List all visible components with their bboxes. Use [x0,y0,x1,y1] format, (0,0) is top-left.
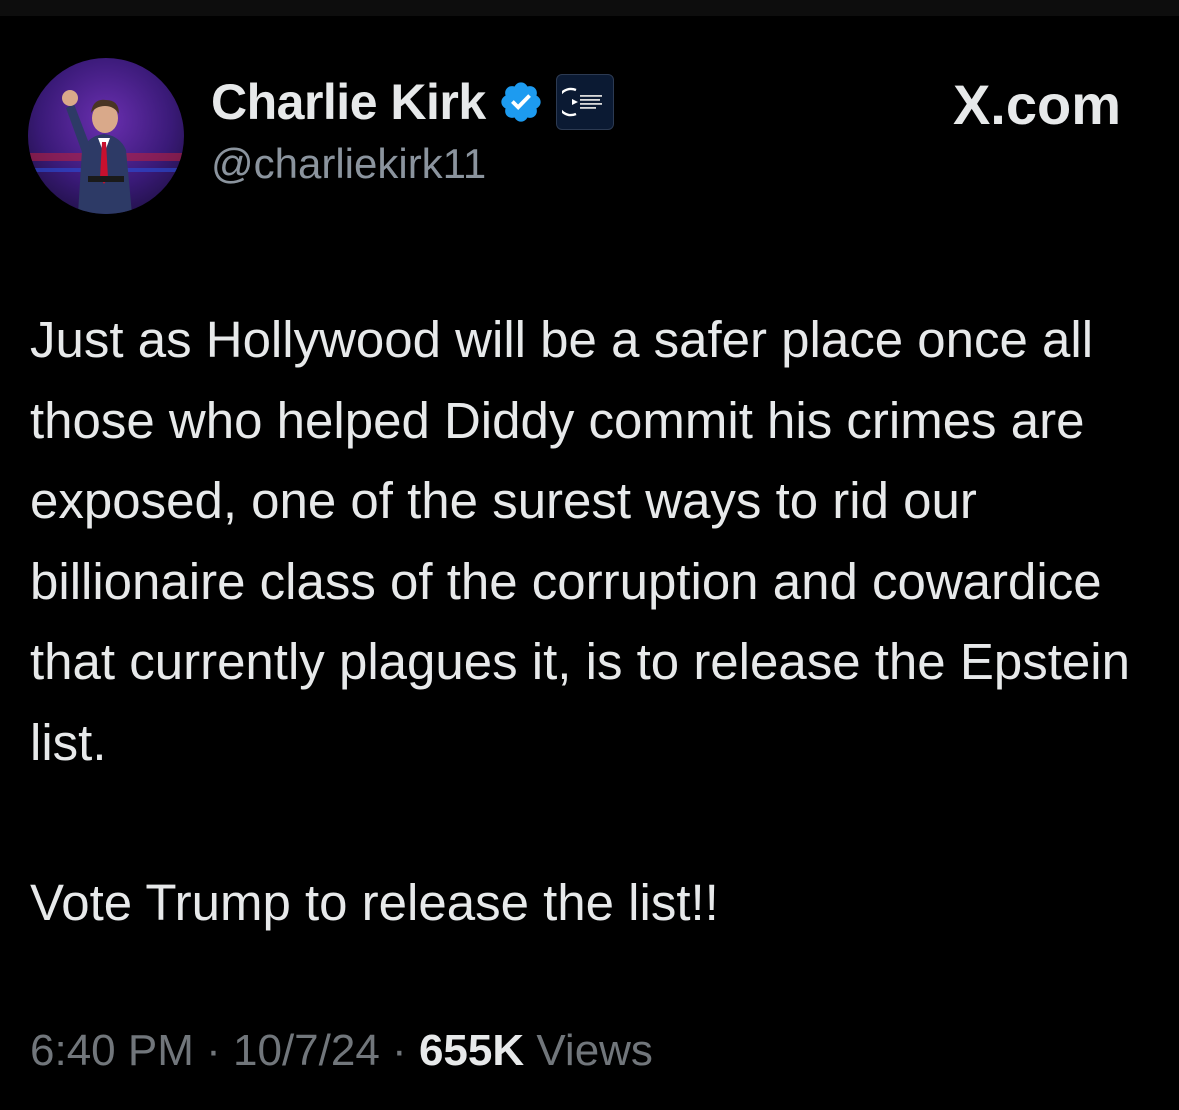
author-handle[interactable]: @charliekirk11 [211,140,486,188]
views-label: Views [536,1026,653,1075]
tweet-date[interactable]: 10/7/24 [233,1026,380,1075]
verified-badge-icon[interactable] [498,79,544,125]
display-name[interactable]: Charlie Kirk [211,73,486,131]
views-count[interactable]: 655K [419,1026,524,1075]
turning-point-usa-logo-icon[interactable] [555,74,614,130]
avatar[interactable] [28,58,184,214]
meta-separator: · [206,1026,221,1075]
top-strip [0,0,1179,16]
tweet-time[interactable]: 6:40 PM [30,1026,194,1075]
author-name-row: Charlie Kirk [211,74,614,130]
tweet-card: Charlie Kirk @charliekirk11 X.com Just a… [0,16,1179,1110]
meta-separator: · [392,1026,407,1075]
tweet-meta: 6:40 PM · 10/7/24 · 655K Views [30,1026,653,1076]
tweet-paragraph: Just as Hollywood will be a safer place … [30,311,1130,771]
avatar-image [28,58,184,214]
tweet-text: Just as Hollywood will be a safer place … [30,300,1155,944]
tweet-paragraph: Vote Trump to release the list!! [30,874,719,931]
source-label: X.com [952,73,1121,136]
